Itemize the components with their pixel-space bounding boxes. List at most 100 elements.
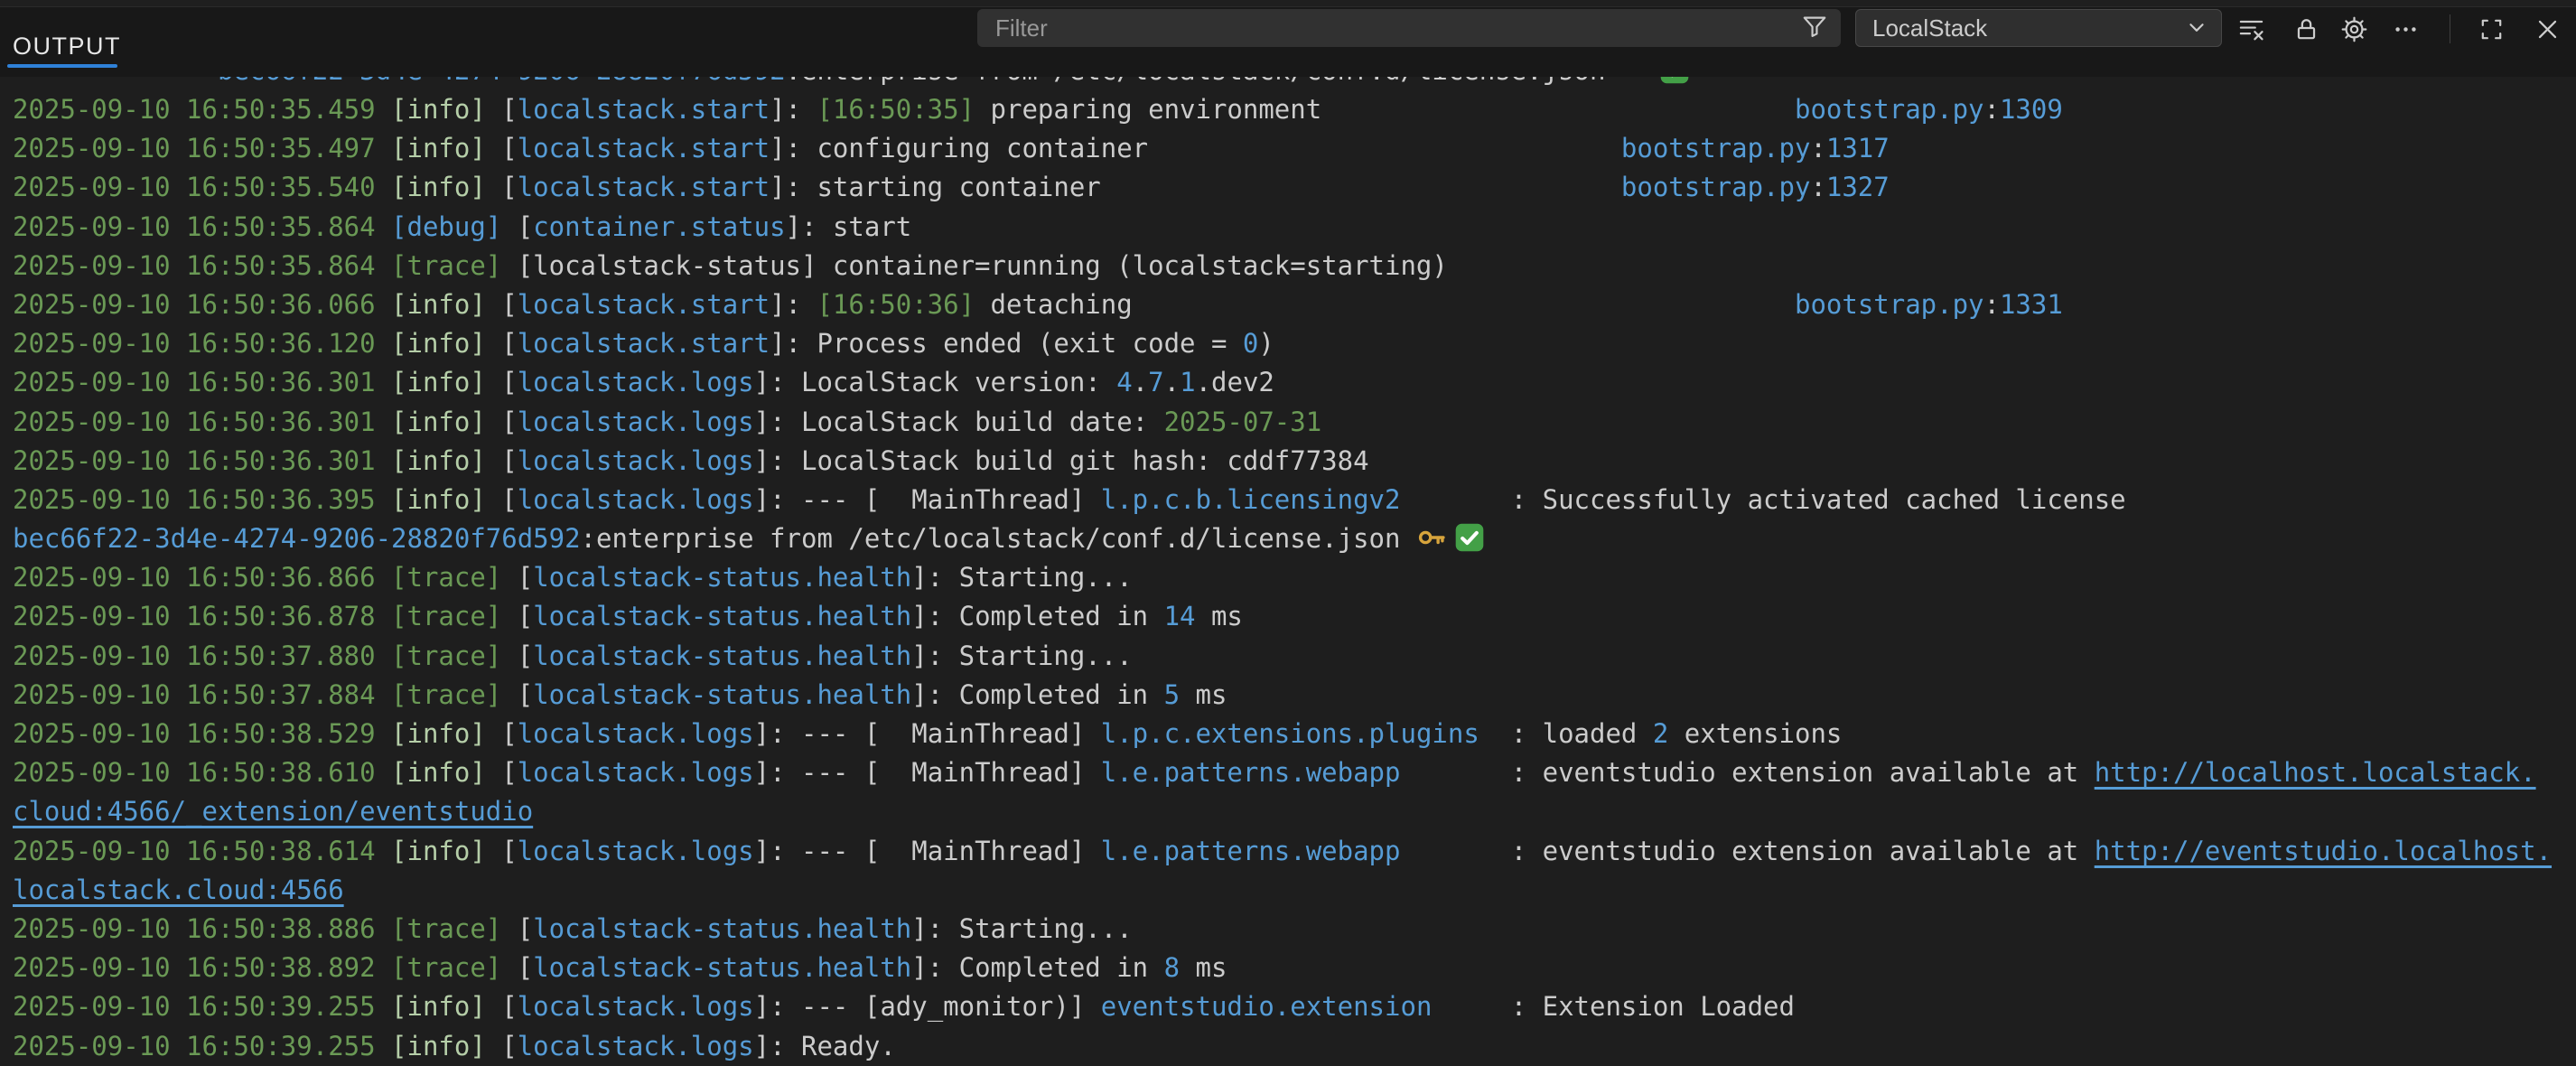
log-level-tag: [info] xyxy=(391,836,501,866)
code-token: localstack.logs xyxy=(518,407,754,437)
log-text: [ xyxy=(518,641,533,671)
code-token: l.p.c.b.licensingv2 xyxy=(1101,484,1401,515)
file-link[interactable]: bootstrap.py xyxy=(1621,172,1811,202)
settings-button[interactable] xyxy=(2334,9,2374,49)
key-emoji xyxy=(1416,522,1447,553)
close-panel-button[interactable] xyxy=(2527,9,2567,49)
log-text: . xyxy=(1164,367,1180,397)
file-link[interactable]: 1309 xyxy=(2000,94,2063,125)
timestamp: [16:50:35] xyxy=(817,94,975,125)
log-text: [ xyxy=(501,289,517,320)
file-link[interactable]: 1317 xyxy=(1826,133,1890,164)
output-log-area[interactable]: bec66f22-3d4e-4274-9206-28820f76d592:ent… xyxy=(0,77,2576,1066)
check-emoji xyxy=(1454,522,1485,553)
log-text: [ xyxy=(501,172,517,202)
log-text: ]: xyxy=(911,562,958,593)
number-token: 1 xyxy=(1180,367,1195,397)
log-text: Starting... xyxy=(959,641,1133,671)
log-text: [ xyxy=(501,484,517,515)
filter-input[interactable] xyxy=(977,14,1801,42)
log-text: . xyxy=(1133,367,1148,397)
log-text: preparing environment xyxy=(975,94,1795,125)
timestamp: 2025-09-10 16:50:35.540 xyxy=(13,172,391,202)
log-text: : xyxy=(1810,133,1825,164)
log-level-tag: [trace] xyxy=(391,952,518,983)
log-text: ]: xyxy=(754,718,801,749)
clear-output-button[interactable] xyxy=(2231,9,2271,49)
log-line: 2025-09-10 16:50:38.529 [info] [localsta… xyxy=(0,715,2576,753)
log-text: [ xyxy=(518,679,533,710)
timestamp: 2025-09-10 16:50:38.614 xyxy=(13,836,391,866)
url-link[interactable]: http://localhost.localstack. xyxy=(2095,757,2536,788)
timestamp: 2025-09-10 16:50:39.255 xyxy=(13,1031,391,1061)
log-line: 2025-09-10 16:50:35.864 [trace] [localst… xyxy=(0,247,2576,285)
code-token: l.p.c.extensions.plugins xyxy=(1101,718,1479,749)
code-token: localstack.start xyxy=(518,328,770,359)
number-token: 8 xyxy=(1164,952,1180,983)
log-line: 2025-09-10 16:50:36.066 [info] [localsta… xyxy=(0,285,2576,324)
log-line: 2025-09-10 16:50:39.255 [info] [localsta… xyxy=(0,987,2576,1026)
url-link[interactable]: localstack.cloud:4566 xyxy=(13,874,344,905)
file-link[interactable]: bootstrap.py xyxy=(1621,133,1811,164)
log-text: [ xyxy=(501,718,517,749)
chevron-down-icon xyxy=(2183,14,2221,42)
key-emoji xyxy=(1621,77,1652,85)
url-link[interactable]: http://eventstudio.localhost. xyxy=(2095,836,2552,866)
log-text: ]: xyxy=(754,407,801,437)
log-text xyxy=(13,77,218,86)
timestamp: 2025-09-10 16:50:36.301 xyxy=(13,445,391,476)
number-token: 5 xyxy=(1164,679,1180,710)
code-token: localstack-status.health xyxy=(533,952,911,983)
log-line: 2025-09-10 16:50:36.120 [info] [localsta… xyxy=(0,324,2576,363)
channel-dropdown[interactable]: LocalStack xyxy=(1855,9,2222,47)
log-text: ]: xyxy=(754,836,801,866)
log-text: configuring container xyxy=(817,133,1620,164)
log-level-tag: [info] xyxy=(391,445,501,476)
filter-funnel-icon[interactable] xyxy=(1801,13,1828,44)
url-link[interactable]: cloud:4566/_extension/eventstudio xyxy=(13,796,533,827)
maximize-panel-button[interactable] xyxy=(2471,9,2511,49)
panel-top-border xyxy=(0,0,2576,7)
log-lines: 2025-09-10 16:50:35.459 [info] [localsta… xyxy=(0,90,2576,1066)
tab-output[interactable]: OUTPUT xyxy=(13,33,121,61)
log-text: Completed in xyxy=(959,679,1164,710)
output-panel-header: OUTPUT LocalStack xyxy=(0,7,2576,77)
log-text: ]: xyxy=(911,913,958,944)
log-text: [ xyxy=(501,1031,517,1061)
log-text: Starting... xyxy=(959,913,1133,944)
scroll-lock-button[interactable] xyxy=(2286,9,2326,49)
log-level-tag: [info] xyxy=(391,367,501,397)
code-token: localstack.logs xyxy=(518,1031,754,1061)
log-text: [ xyxy=(501,133,517,164)
timestamp: [16:50:36] xyxy=(817,289,975,320)
log-line: 2025-09-10 16:50:36.878 [trace] [localst… xyxy=(0,597,2576,636)
log-line: 2025-09-10 16:50:36.395 [info] [localsta… xyxy=(0,481,2576,519)
code-token: bec66f22-3d4e-4274-9206-28820f76d592 xyxy=(13,523,581,554)
log-level-tag: [info] xyxy=(391,172,501,202)
log-text: : eventstudio extension available at xyxy=(1400,757,2094,788)
log-text: --- [ MainThread] xyxy=(801,718,1101,749)
log-level-tag: [trace] xyxy=(391,250,518,281)
log-level-tag: [info] xyxy=(391,328,501,359)
timestamp: 2025-09-10 16:50:38.529 xyxy=(13,718,391,749)
log-level-tag: [trace] xyxy=(391,641,518,671)
more-actions-button[interactable] xyxy=(2385,9,2425,49)
log-text: ]: xyxy=(911,641,958,671)
log-text: [ xyxy=(518,562,533,593)
log-line: 2025-09-10 16:50:35.459 [info] [localsta… xyxy=(0,90,2576,129)
file-link[interactable]: 1331 xyxy=(2000,289,2063,320)
file-link[interactable]: 1327 xyxy=(1826,172,1890,202)
file-link[interactable]: bootstrap.py xyxy=(1795,94,1984,125)
log-level-tag: [info] xyxy=(391,289,501,320)
log-text: [ xyxy=(501,991,517,1022)
log-line: cloud:4566/_extension/eventstudio xyxy=(0,792,2576,831)
file-link[interactable]: bootstrap.py xyxy=(1795,289,1984,320)
code-token: l.e.patterns.webapp xyxy=(1101,836,1401,866)
timestamp: 2025-09-10 16:50:37.880 xyxy=(13,641,391,671)
log-level-tag: [info] xyxy=(391,407,501,437)
log-text: ]: xyxy=(770,328,817,359)
log-text: ]: xyxy=(754,445,801,476)
log-line: 2025-09-10 16:50:36.301 [info] [localsta… xyxy=(0,403,2576,442)
code-token: eventstudio.extension xyxy=(1101,991,1433,1022)
log-text: --- [ MainThread] xyxy=(801,484,1101,515)
